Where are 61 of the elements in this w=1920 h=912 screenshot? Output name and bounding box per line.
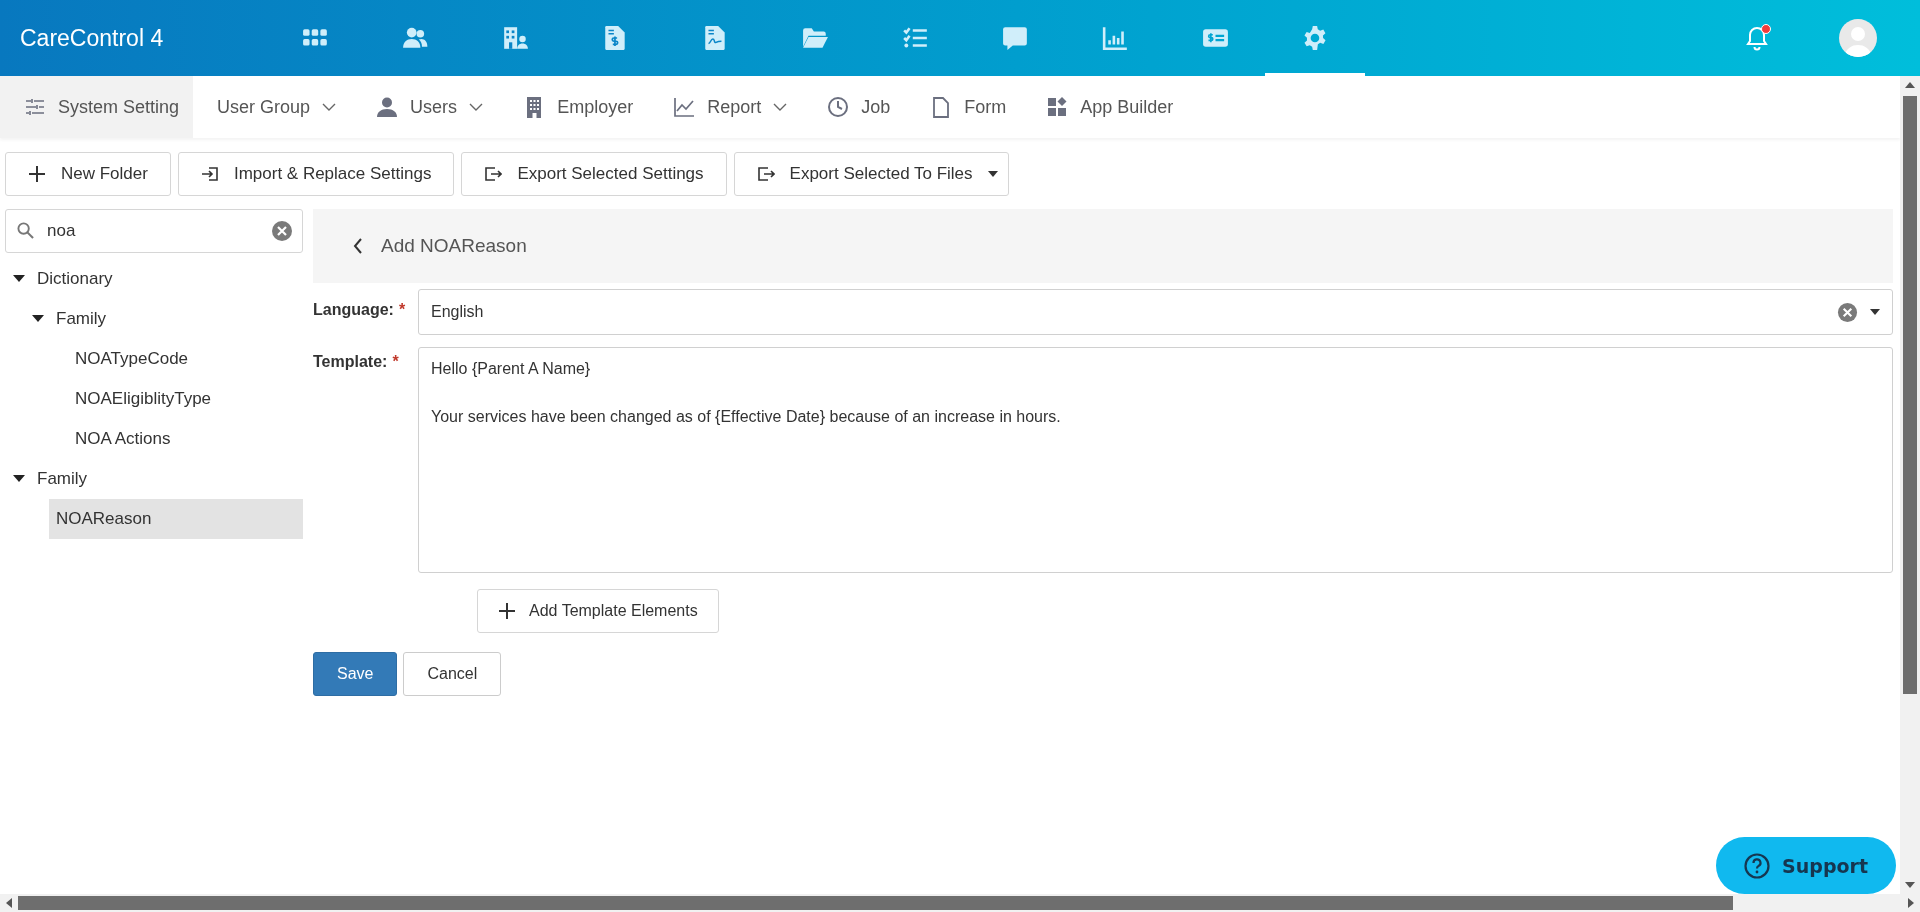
nav-tab[interactable]: Users xyxy=(360,76,500,138)
tree-item[interactable]: NOAReason xyxy=(49,499,303,539)
panel-title: Add NOAReason xyxy=(381,235,527,257)
nav-tab[interactable]: App Builder xyxy=(1030,76,1190,138)
chat-icon xyxy=(1001,24,1029,51)
bell-icon xyxy=(1745,25,1769,51)
caret-icon[interactable] xyxy=(1870,309,1880,315)
nav-tab[interactable]: Job xyxy=(811,76,907,138)
clock-icon xyxy=(827,96,850,118)
nav-tab[interactable]: System Setting xyxy=(0,76,194,138)
toolbar-button[interactable]: Export Selected Settings xyxy=(461,152,727,196)
scroll-left-icon[interactable] xyxy=(6,898,12,908)
search-field[interactable]: noa xyxy=(5,209,303,253)
field-label: Language: xyxy=(313,301,394,319)
tree-item[interactable]: NOAEligiblityType xyxy=(68,379,303,419)
add-template-elements-button[interactable]: Add Template Elements xyxy=(477,589,719,633)
cancel-button[interactable]: Cancel xyxy=(403,652,502,696)
required-asterisk: * xyxy=(392,353,399,371)
export-icon xyxy=(756,165,775,183)
horizontal-scrollbar-thumb[interactable] xyxy=(18,896,1733,910)
field-label: Template: xyxy=(313,353,388,371)
language-select[interactable]: English xyxy=(418,289,1893,335)
tree-item[interactable]: NOATypeCode xyxy=(68,339,303,379)
import-icon xyxy=(200,165,219,183)
help-icon xyxy=(1744,852,1771,879)
user-avatar[interactable] xyxy=(1839,19,1877,57)
scroll-up-icon[interactable] xyxy=(1905,82,1915,88)
nav-tab[interactable]: Form xyxy=(914,76,1023,138)
clear-icon xyxy=(271,220,293,242)
back-button[interactable] xyxy=(353,238,363,254)
vertical-scrollbar-thumb[interactable] xyxy=(1903,96,1917,694)
nav-tab[interactable]: Report xyxy=(657,76,804,138)
tree-item[interactable]: Family xyxy=(49,299,303,339)
clear-icon[interactable] xyxy=(1837,301,1858,323)
building-icon xyxy=(501,24,529,51)
toolbar-button[interactable]: New Folder xyxy=(5,152,171,196)
tree-item[interactable]: Family xyxy=(30,459,303,499)
clear-button[interactable] xyxy=(271,220,293,242)
toolbar-button[interactable]: Import & Replace Settings xyxy=(177,152,455,196)
save-button[interactable]: Save xyxy=(313,652,398,696)
blocks-icon xyxy=(1046,96,1069,118)
tree-item[interactable]: Dictionary xyxy=(30,259,303,299)
plus-icon xyxy=(498,602,516,620)
sliders-icon xyxy=(24,96,46,118)
export-icon xyxy=(484,165,503,183)
user-icon xyxy=(376,96,399,118)
nav-tab[interactable]: User Group xyxy=(201,76,353,138)
scroll-right-icon[interactable] xyxy=(1908,898,1914,908)
nav-tab[interactable]: Employer xyxy=(507,76,650,138)
toolbar-button[interactable]: Export Selected To Files xyxy=(733,152,1009,196)
template-field[interactable]: Hello {Parent A Name} Your services have been changed as of {Effective Date} because of an increase in hours. xyxy=(418,347,1893,573)
app-title: CareControl 4 xyxy=(20,24,165,52)
back-icon xyxy=(353,238,363,254)
tree-item[interactable]: NOA Actions xyxy=(68,419,303,459)
scroll-down-icon[interactable] xyxy=(1905,882,1915,888)
required-asterisk: * xyxy=(398,301,406,319)
bar-chart-icon xyxy=(1101,24,1129,51)
notifications-button[interactable] xyxy=(1745,25,1769,51)
plus-icon xyxy=(28,165,46,183)
support-button[interactable]: Support xyxy=(1716,837,1896,894)
line-chart-icon xyxy=(673,96,696,118)
